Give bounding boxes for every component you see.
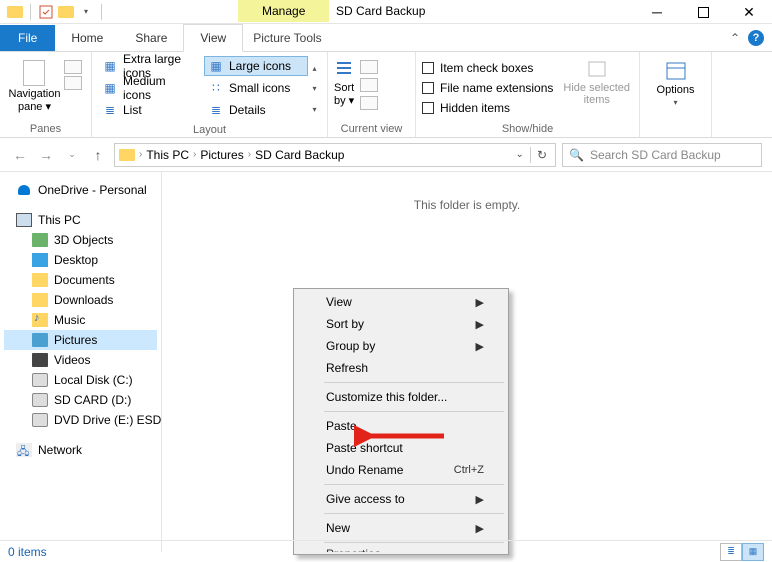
current-view-label: Current view xyxy=(334,121,409,135)
file-name-extensions-checkbox[interactable]: File name extensions xyxy=(422,78,553,98)
current-view-group: Sort by ▾ Current view xyxy=(328,52,416,137)
share-tab[interactable]: Share xyxy=(119,25,183,51)
tree-3d-objects[interactable]: 3D Objects xyxy=(4,230,157,250)
item-check-boxes-checkbox[interactable]: Item check boxes xyxy=(422,58,553,78)
sort-by-button[interactable]: Sort by ▾ xyxy=(334,60,354,107)
folder-qat-icon xyxy=(57,3,75,21)
ribbon: Navigation pane ▾ Panes ▦Extra large ico… xyxy=(0,52,772,138)
ctx-customize[interactable]: Customize this folder... xyxy=(296,386,506,408)
empty-folder-message: This folder is empty. xyxy=(414,198,520,212)
ctx-group-by[interactable]: Group by▶ xyxy=(296,335,506,357)
close-button[interactable]: ✕ xyxy=(726,0,772,24)
layout-label: Layout xyxy=(98,122,321,136)
size-columns-button[interactable] xyxy=(360,96,378,110)
search-input[interactable]: 🔍 Search SD Card Backup xyxy=(562,143,762,167)
back-button[interactable]: ← xyxy=(10,145,30,165)
hide-selected-button[interactable]: Hide selected items xyxy=(563,58,630,118)
context-menu: View▶ Sort by▶ Group by▶ Refresh Customi… xyxy=(293,288,509,555)
layout-group: ▦Extra large icons ▦Large icons ▦Medium … xyxy=(92,52,328,137)
folder-icon xyxy=(6,3,24,21)
maximize-button[interactable] xyxy=(680,0,726,24)
picture-tools-tab[interactable]: Picture Tools xyxy=(243,25,331,51)
tree-documents[interactable]: Documents xyxy=(4,270,157,290)
address-bar: ← → ⌄ ↑ › This PC› Pictures› SD Card Bac… xyxy=(0,138,772,172)
view-tab[interactable]: View xyxy=(183,24,243,52)
tree-onedrive[interactable]: OneDrive - Personal xyxy=(4,180,157,200)
tree-videos[interactable]: Videos xyxy=(4,350,157,370)
ctx-give-access[interactable]: Give access to▶ xyxy=(296,488,506,510)
tree-downloads[interactable]: Downloads xyxy=(4,290,157,310)
group-by-button[interactable] xyxy=(360,60,378,74)
ribbon-tabs: File Home Share View Picture Tools ⌃ ? xyxy=(0,24,772,52)
add-columns-button[interactable] xyxy=(360,78,378,92)
tree-sd-card[interactable]: SD CARD (D:) xyxy=(4,390,157,410)
help-icon[interactable]: ? xyxy=(748,30,764,46)
tree-local-disk[interactable]: Local Disk (C:) xyxy=(4,370,157,390)
details-button[interactable]: ≣Details xyxy=(204,100,308,120)
tree-thispc[interactable]: This PC xyxy=(4,210,157,230)
small-icons-button[interactable]: ∷Small icons xyxy=(204,78,308,98)
panes-group: Navigation pane ▾ Panes xyxy=(0,52,92,137)
items-count: 0 items xyxy=(8,545,47,559)
large-icons-button[interactable]: ▦Large icons xyxy=(204,56,308,76)
breadcrumb-dropdown[interactable]: ⌄ xyxy=(516,149,524,160)
show-hide-label: Show/hide xyxy=(422,121,633,135)
show-hide-group: Item check boxes File name extensions Hi… xyxy=(416,52,640,137)
options-group: Options ▾ xyxy=(640,52,712,137)
refresh-button[interactable]: ↻ xyxy=(537,148,547,162)
panes-label: Panes xyxy=(6,121,85,135)
ctx-undo-rename[interactable]: Undo RenameCtrl+Z xyxy=(296,459,506,481)
ctx-refresh[interactable]: Refresh xyxy=(296,357,506,379)
crumb-thispc[interactable]: This PC› xyxy=(146,148,196,162)
tree-dvd[interactable]: DVD Drive (E:) ESD-IS xyxy=(4,410,157,430)
tree-network[interactable]: 🖧Network xyxy=(4,440,157,460)
ctx-view[interactable]: View▶ xyxy=(296,291,506,313)
list-button[interactable]: ≣List xyxy=(98,100,202,120)
details-view-button[interactable]: ≣ xyxy=(720,543,742,561)
home-tab[interactable]: Home xyxy=(55,25,119,51)
details-pane-button[interactable] xyxy=(64,76,82,90)
crumb-current[interactable]: SD Card Backup xyxy=(255,148,344,162)
breadcrumb[interactable]: › This PC› Pictures› SD Card Backup ⌄ ↻ xyxy=(114,143,556,167)
extra-large-icons-button[interactable]: ▦Extra large icons xyxy=(98,56,202,76)
status-bar: 0 items ≣ ▦ xyxy=(0,540,772,562)
properties-qat-button[interactable] xyxy=(37,3,55,21)
preview-pane-button[interactable] xyxy=(64,60,82,74)
up-button[interactable]: ↑ xyxy=(88,145,108,165)
window-title: SD Card Backup xyxy=(336,4,425,18)
layout-scroll[interactable]: ▴▾▾ xyxy=(308,56,321,122)
hidden-items-checkbox[interactable]: Hidden items xyxy=(422,98,553,118)
file-tab[interactable]: File xyxy=(0,25,55,51)
folder-icon xyxy=(119,149,135,161)
forward-button[interactable]: → xyxy=(36,145,56,165)
recent-locations-button[interactable]: ⌄ xyxy=(62,145,82,165)
medium-icons-button[interactable]: ▦Medium icons xyxy=(98,78,202,98)
quick-access-toolbar: ▾ xyxy=(0,3,106,21)
manage-contextual-tab[interactable]: Manage xyxy=(238,0,329,22)
crumb-pictures[interactable]: Pictures› xyxy=(200,148,251,162)
qat-dropdown[interactable]: ▾ xyxy=(77,3,95,21)
collapse-ribbon-icon[interactable]: ⌃ xyxy=(730,31,740,45)
search-icon: 🔍 xyxy=(569,148,584,162)
nav-pane-button[interactable]: Navigation pane ▾ xyxy=(9,60,61,113)
tree-pictures[interactable]: Pictures xyxy=(4,330,157,350)
minimize-button[interactable]: ─ xyxy=(634,0,680,24)
navigation-tree[interactable]: OneDrive - Personal This PC 3D Objects D… xyxy=(0,172,162,552)
large-icons-view-button[interactable]: ▦ xyxy=(742,543,764,561)
options-button[interactable]: Options ▾ xyxy=(646,56,705,107)
ctx-new[interactable]: New▶ xyxy=(296,517,506,539)
tree-desktop[interactable]: Desktop xyxy=(4,250,157,270)
ctx-paste-shortcut[interactable]: Paste shortcut xyxy=(296,437,506,459)
tree-music[interactable]: ♪Music xyxy=(4,310,157,330)
title-bar: ▾ Manage SD Card Backup ─ ✕ xyxy=(0,0,772,24)
ctx-paste[interactable]: Paste xyxy=(296,415,506,437)
ctx-sort-by[interactable]: Sort by▶ xyxy=(296,313,506,335)
